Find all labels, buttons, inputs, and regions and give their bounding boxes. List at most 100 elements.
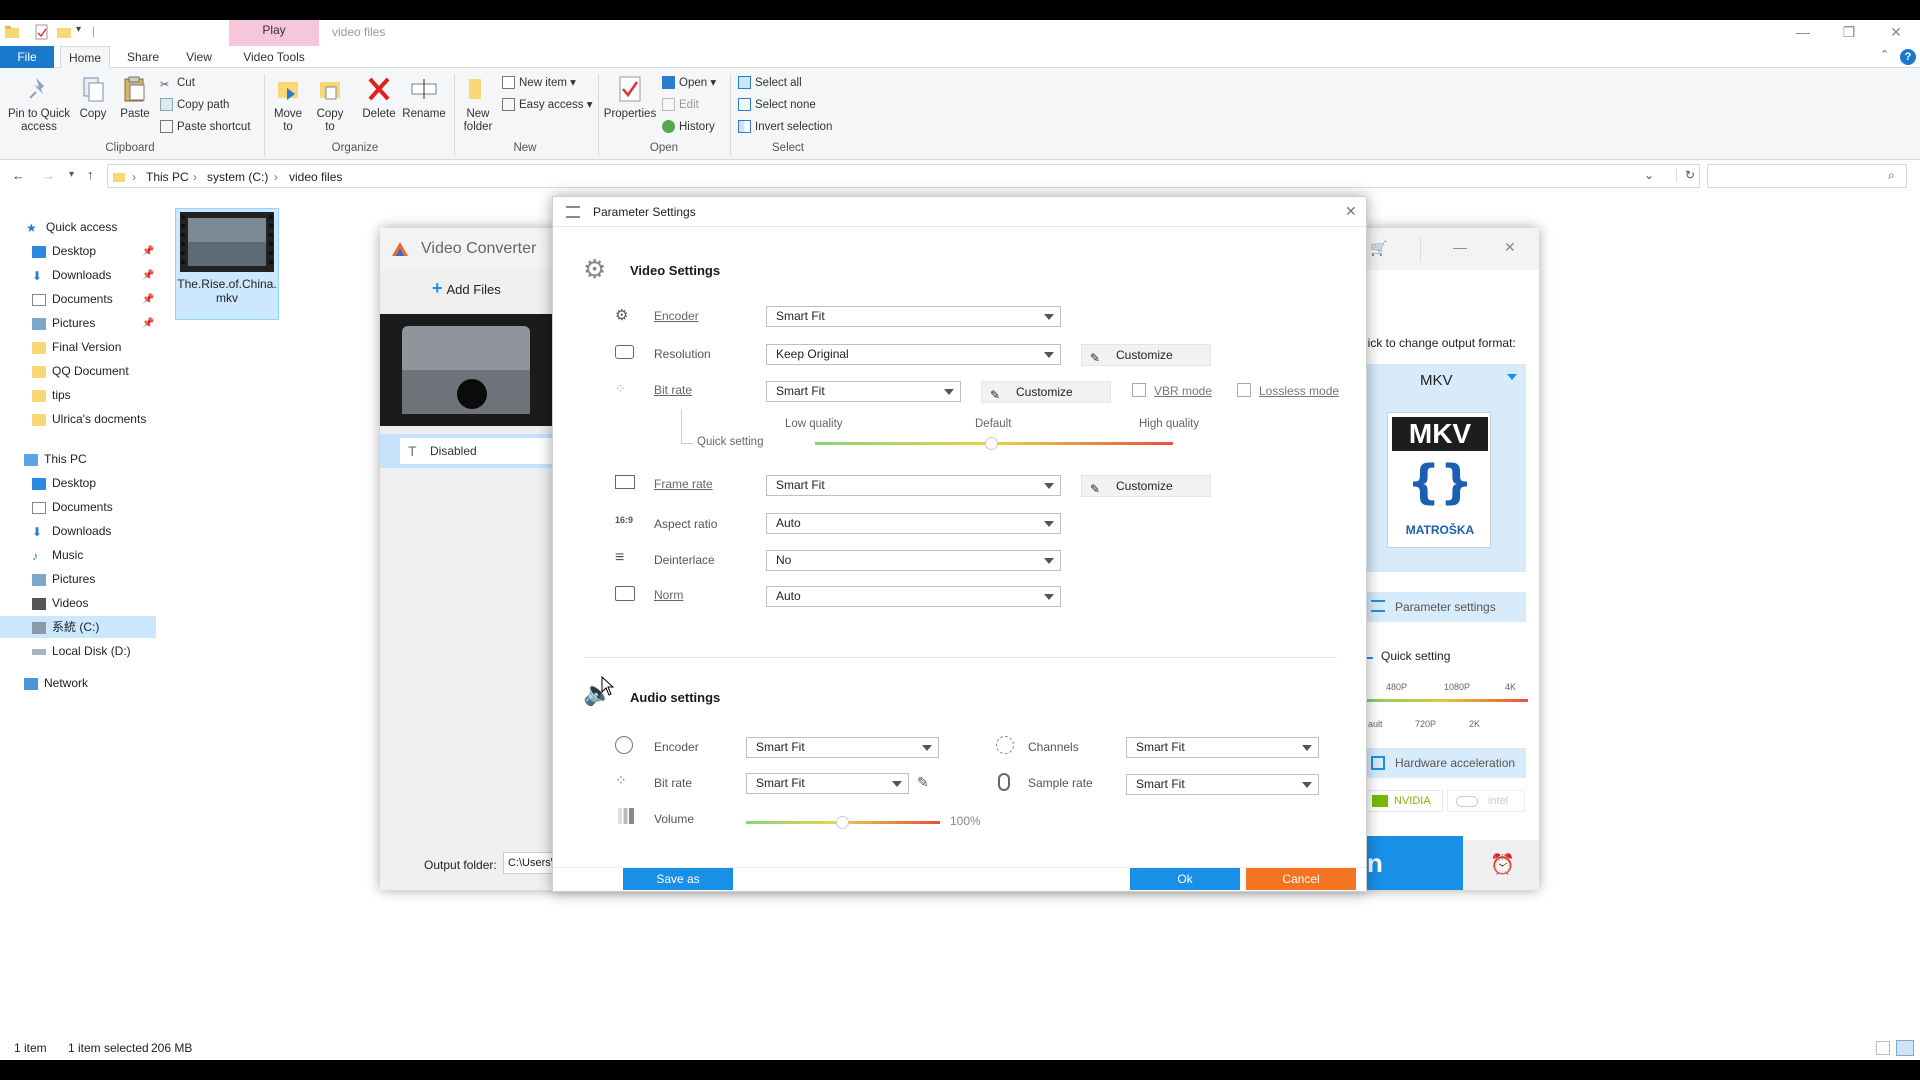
large-icons-view-icon[interactable] <box>1896 1040 1914 1056</box>
paste-shortcut-button[interactable]: Paste shortcut <box>160 118 251 136</box>
nav-item-pictures[interactable]: Pictures <box>32 312 95 334</box>
subtitle-select[interactable]: T Disabled <box>400 438 552 464</box>
easy-access-button[interactable]: Easy access ▾ <box>502 96 593 114</box>
sample-rate-select[interactable]: Smart Fit <box>1126 774 1319 795</box>
tab-file[interactable]: File <box>0 46 54 68</box>
video-preview-thumbnail[interactable] <box>380 314 552 426</box>
parameter-settings-button[interactable]: Parameter settings <box>1365 592 1526 622</box>
nav-pc-pictures[interactable]: Pictures <box>32 568 95 590</box>
copy-path-button[interactable]: Copy path <box>160 96 229 114</box>
select-none-button[interactable]: Select none <box>738 96 816 114</box>
breadcrumb-video-files[interactable]: video files <box>289 170 342 184</box>
cancel-button[interactable]: Cancel <box>1246 868 1356 890</box>
video-bitrate-label[interactable]: Bit rate <box>654 383 692 397</box>
vbr-mode-label[interactable]: VBR mode <box>1154 384 1212 398</box>
subtitle-row[interactable]: T Disabled <box>380 434 552 468</box>
copy-button[interactable]: Copy <box>76 74 110 121</box>
lossless-mode-checkbox[interactable] <box>1237 383 1251 397</box>
norm-label[interactable]: Norm <box>654 588 683 602</box>
file-item[interactable]: The.Rise.of.China.mkv <box>175 208 279 320</box>
cart-icon[interactable]: 🛒 <box>1370 240 1387 257</box>
pin-quick-access-button[interactable]: Pin to Quick access <box>6 74 72 134</box>
cut-button[interactable]: ✂ Cut <box>160 74 195 92</box>
edit-button[interactable]: Edit <box>662 96 699 114</box>
format-selector[interactable]: MKV MKV {} MATROŠKA <box>1365 364 1526 572</box>
nav-pc-desktop[interactable]: Desktop <box>32 472 96 494</box>
add-files-button[interactable]: + Add Files <box>432 270 501 306</box>
vbr-mode-checkbox[interactable] <box>1132 383 1146 397</box>
nav-network[interactable]: Network <box>24 672 88 694</box>
run-button[interactable]: n <box>1365 836 1463 890</box>
nav-item-ulrica-docments[interactable]: Ulrica's docments <box>32 408 146 430</box>
converter-minimize-button[interactable]: — <box>1453 239 1467 255</box>
qat-dropdown-icon[interactable]: ▾ <box>76 24 81 35</box>
audio-bitrate-edit-icon[interactable]: ✎ <box>917 774 929 791</box>
tab-share[interactable]: Share <box>118 46 168 68</box>
volume-slider-thumb[interactable] <box>836 816 849 829</box>
intel-toggle[interactable]: intel <box>1447 790 1525 812</box>
open-button[interactable]: Open ▾ <box>662 74 716 92</box>
nav-item-final-version[interactable]: Final Version <box>32 336 121 358</box>
ok-button[interactable]: Ok <box>1130 868 1240 890</box>
video-encoder-label[interactable]: Encoder <box>654 309 699 323</box>
nav-pc-videos[interactable]: Videos <box>32 592 88 614</box>
refresh-icon[interactable]: ↻ <box>1676 168 1695 182</box>
frame-rate-select[interactable]: Smart Fit <box>766 475 1061 496</box>
quality-slider-thumb[interactable] <box>985 437 998 450</box>
select-all-button[interactable]: Select all <box>738 74 802 92</box>
save-as-button[interactable]: Save as <box>623 868 733 890</box>
nav-item-tips[interactable]: tips <box>32 384 71 406</box>
deinterlace-select[interactable]: No <box>766 550 1061 571</box>
collapse-ribbon-icon[interactable]: ⌃ <box>1880 48 1889 61</box>
nav-item-downloads[interactable]: ⬇ Downloads <box>32 264 111 286</box>
copy-to-button[interactable]: Copy to <box>312 74 348 134</box>
delete-button[interactable]: Delete <box>358 74 400 121</box>
aspect-ratio-select[interactable]: Auto <box>766 513 1061 534</box>
history-button[interactable]: History <box>662 118 715 136</box>
nav-pc-local-disk-d[interactable]: Local Disk (D:) <box>32 640 131 662</box>
nav-pc-downloads[interactable]: ⬇ Downloads <box>32 520 111 542</box>
audio-bitrate-select[interactable]: Smart Fit <box>746 773 909 794</box>
nav-this-pc[interactable]: This PC <box>24 448 87 470</box>
channels-select[interactable]: Smart Fit <box>1126 737 1319 758</box>
nav-pc-documents[interactable]: Documents <box>32 496 113 518</box>
tab-home[interactable]: Home <box>60 46 110 69</box>
new-folder-button[interactable]: New folder <box>460 74 496 134</box>
properties-qat-icon[interactable] <box>34 24 50 40</box>
dialog-close-button[interactable]: ✕ <box>1345 203 1357 220</box>
nvidia-toggle[interactable]: NVIDIA <box>1365 790 1443 812</box>
tab-video-tools[interactable]: Video Tools <box>229 46 319 68</box>
breadcrumb-this-pc[interactable]: This PC <box>146 170 189 184</box>
address-dropdown-icon[interactable]: ⌄ <box>1644 168 1654 182</box>
nav-pc-music[interactable]: ♪ Music <box>32 544 83 566</box>
address-input[interactable]: › This PC › system (C:) › video files ⌄ … <box>107 164 1700 188</box>
properties-button[interactable]: Properties <box>602 74 658 121</box>
help-icon[interactable]: ? <box>1900 49 1916 65</box>
details-view-icon[interactable] <box>1876 1041 1890 1055</box>
hardware-acceleration-button[interactable]: Hardware acceleration <box>1365 748 1526 778</box>
back-icon[interactable]: ← <box>12 168 25 183</box>
nav-quick-access[interactable]: ★ Quick access <box>26 216 117 238</box>
new-folder-qat-icon[interactable] <box>56 24 72 40</box>
minimize-button[interactable]: — <box>1783 22 1823 44</box>
rename-button[interactable]: Rename <box>402 74 446 121</box>
forward-icon[interactable]: → <box>42 168 55 183</box>
tab-view[interactable]: View <box>174 46 224 68</box>
resolution-slider[interactable] <box>1365 699 1528 702</box>
frame-rate-label[interactable]: Frame rate <box>654 477 713 491</box>
close-button[interactable]: ✕ <box>1876 22 1916 44</box>
paste-button[interactable]: Paste <box>118 74 152 121</box>
restore-button[interactable]: ❐ <box>1829 22 1869 44</box>
recent-locations-icon[interactable]: ▾ <box>69 169 74 180</box>
invert-selection-button[interactable]: Invert selection <box>738 118 832 136</box>
bitrate-customize-button[interactable]: ✎ Customize <box>981 381 1111 403</box>
alarm-clock-icon[interactable]: ⏰ <box>1490 852 1515 877</box>
search-input[interactable]: ⌕ <box>1707 164 1907 188</box>
audio-encoder-select[interactable]: Smart Fit <box>746 737 939 758</box>
resolution-select[interactable]: Keep Original <box>766 344 1061 365</box>
video-bitrate-select[interactable]: Smart Fit <box>766 381 961 402</box>
norm-select[interactable]: Auto <box>766 586 1061 607</box>
converter-close-button[interactable]: ✕ <box>1504 239 1516 256</box>
frame-rate-customize-button[interactable]: ✎ Customize <box>1081 475 1211 497</box>
up-icon[interactable]: ↑ <box>87 167 94 182</box>
